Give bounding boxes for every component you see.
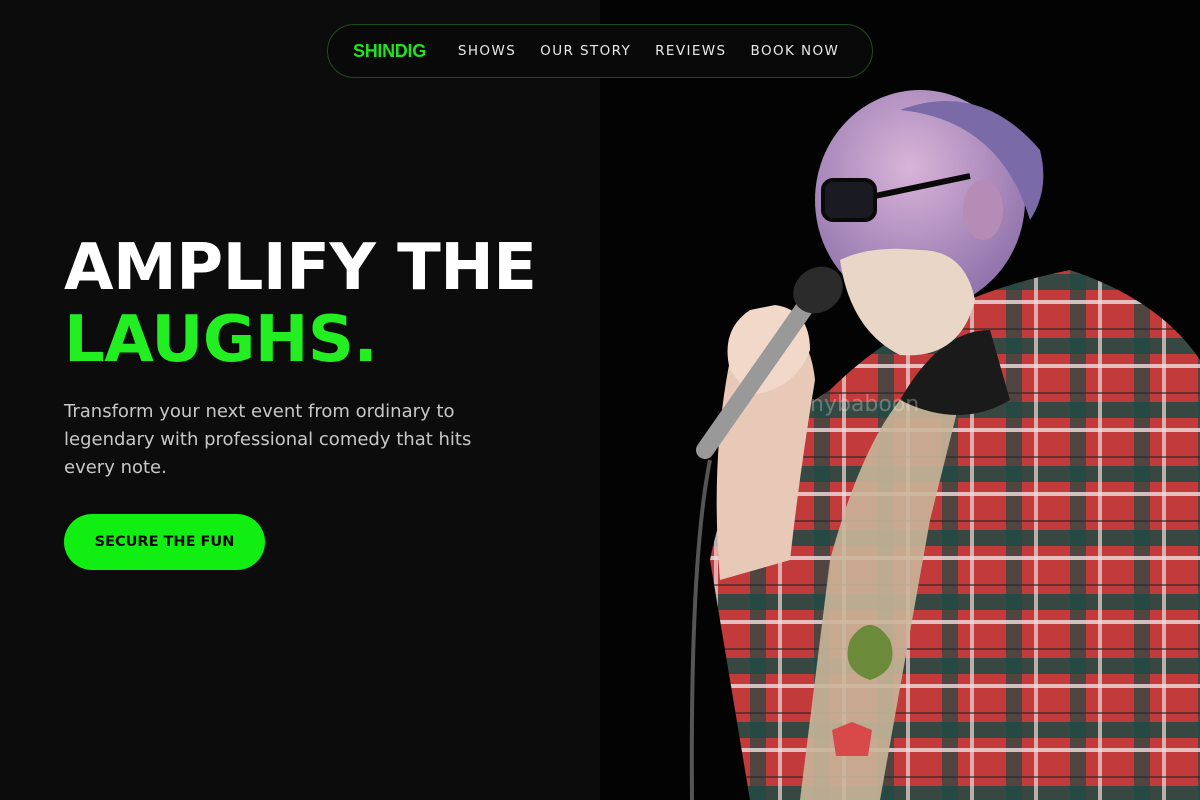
nav-link-shows[interactable]: SHOWS [458,43,516,59]
watermark-text: nybaboon [810,392,920,417]
nav-links: SHOWS OUR STORY REVIEWS BOOK NOW [458,43,839,59]
hero-photo: nybaboon [600,0,1200,800]
brand-logo[interactable]: SHINDIG [353,41,426,62]
secure-the-fun-button[interactable]: SECURE THE FUN [64,514,265,570]
nav-link-reviews[interactable]: REVIEWS [655,43,726,59]
hero-title-line2: LAUGHS. [64,303,378,377]
hero-title: AMPLIFY THE LAUGHS. [64,232,537,376]
hero-title-line1: AMPLIFY THE [64,231,537,305]
nav-link-book-now[interactable]: BOOK NOW [751,43,840,59]
hero-subtitle: Transform your next event from ordinary … [64,401,472,478]
top-navigation: SHINDIG SHOWS OUR STORY REVIEWS BOOK NOW [327,24,873,78]
nav-link-our-story[interactable]: OUR STORY [540,43,631,59]
